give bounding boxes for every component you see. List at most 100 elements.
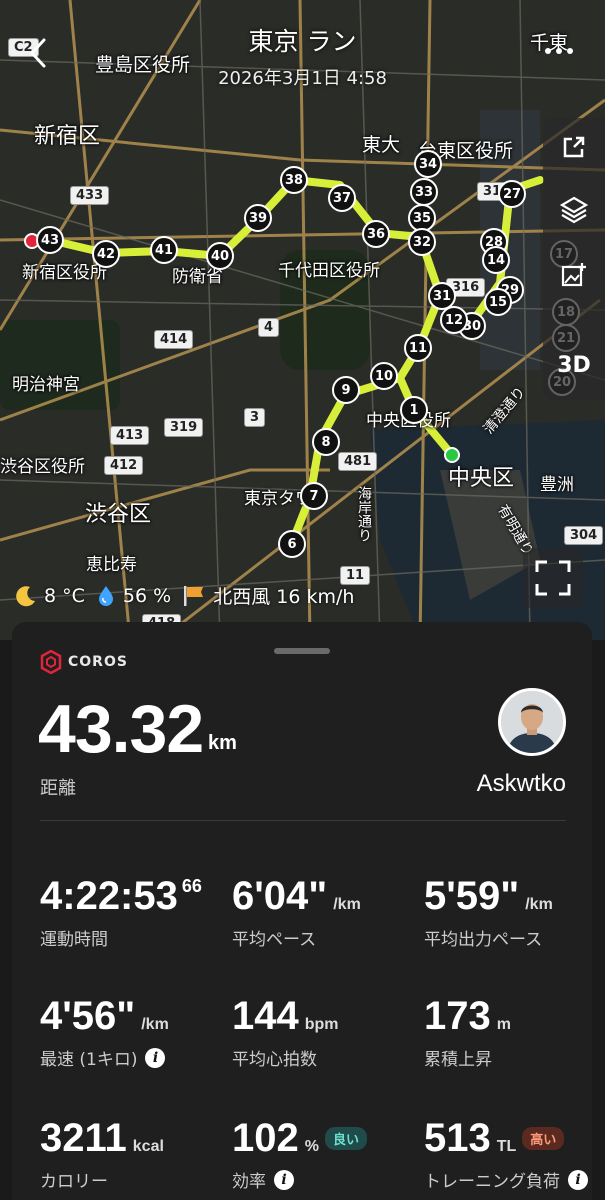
droplet-icon bbox=[98, 585, 113, 606]
stat-label: 最速 (1キロ) bbox=[40, 1050, 138, 1070]
km-marker[interactable]: 27 bbox=[498, 180, 526, 208]
km-marker[interactable]: 10 bbox=[370, 362, 398, 390]
km-marker[interactable]: 6 bbox=[278, 530, 306, 558]
map-label: 海岸通り bbox=[356, 486, 372, 542]
stat-value: 102 bbox=[232, 1116, 299, 1160]
km-marker[interactable]: 39 bbox=[244, 204, 272, 232]
stat-value: 5'59" bbox=[424, 874, 520, 918]
stat-unit: kcal bbox=[132, 1138, 164, 1155]
avatar-image bbox=[501, 691, 563, 753]
user-avatar[interactable] bbox=[498, 688, 566, 756]
expand-icon bbox=[535, 560, 571, 596]
training-load-badge: 高い bbox=[522, 1127, 565, 1150]
distance-value: 43.32 bbox=[38, 691, 204, 767]
stat-unit: /km bbox=[141, 1016, 169, 1033]
km-marker[interactable]: 1 bbox=[400, 396, 428, 424]
wind-flag-icon bbox=[184, 585, 204, 606]
more-options-button[interactable] bbox=[545, 48, 573, 54]
dot-icon bbox=[567, 48, 573, 54]
humidity: 56 % bbox=[95, 584, 171, 608]
km-marker[interactable]: 42 bbox=[92, 240, 120, 268]
divider bbox=[40, 820, 566, 821]
km-marker[interactable]: 11 bbox=[404, 334, 432, 362]
km-marker[interactable]: 7 bbox=[300, 482, 328, 510]
coros-logo: COROS bbox=[40, 650, 128, 674]
stat-training-load: 513 TL 高い トレーニング負荷 i bbox=[424, 1116, 604, 1192]
map-road-badge: 433 bbox=[70, 186, 110, 205]
view-3d-button[interactable]: 3D bbox=[555, 346, 593, 384]
map-label: 渋谷区役所 bbox=[0, 457, 85, 477]
stat-unit: m bbox=[496, 1016, 511, 1033]
stat-unit: /km bbox=[333, 896, 361, 913]
stat-avg-power-pace: 5'59" /km 平均出力ペース bbox=[424, 874, 604, 950]
efficiency-badge: 良い bbox=[324, 1127, 367, 1150]
humidity-value: 56 % bbox=[122, 584, 172, 607]
stat-label: 平均出力ペース bbox=[424, 930, 543, 950]
stat-value: 513 bbox=[424, 1116, 491, 1160]
dot-icon bbox=[556, 48, 562, 54]
map-road-badge: 3 bbox=[244, 408, 266, 427]
drag-handle[interactable] bbox=[274, 648, 330, 654]
stat-label: 平均ペース bbox=[232, 930, 317, 950]
activity-title: 東京 ラン bbox=[248, 27, 357, 56]
map-road-badge: 304 bbox=[564, 526, 604, 545]
stat-value: 173 bbox=[424, 994, 491, 1038]
map-toolbar: 3D bbox=[543, 118, 605, 400]
moon-icon bbox=[16, 585, 35, 606]
map-layers-button[interactable] bbox=[555, 190, 593, 228]
info-icon[interactable]: i bbox=[274, 1169, 294, 1190]
map-label: 恵比寿 bbox=[86, 555, 137, 575]
km-marker[interactable]: 14 bbox=[482, 246, 510, 274]
wind: 北西風 16 km/h bbox=[181, 582, 354, 609]
stat-label: 平均心拍数 bbox=[232, 1050, 317, 1070]
temperature: 8 °C bbox=[14, 584, 85, 608]
km-marker[interactable]: 36 bbox=[362, 220, 390, 248]
km-marker[interactable]: 32 bbox=[408, 228, 436, 256]
map-label: 中央区 bbox=[448, 466, 515, 491]
map-label: 渋谷区 bbox=[85, 502, 152, 527]
stat-value: 144 bbox=[232, 994, 299, 1038]
km-marker[interactable]: 37 bbox=[328, 184, 356, 212]
km-marker[interactable]: 38 bbox=[280, 166, 308, 194]
km-marker[interactable]: 33 bbox=[410, 178, 438, 206]
stat-value: 6'04" bbox=[232, 874, 328, 918]
km-marker[interactable]: 40 bbox=[206, 242, 234, 270]
share-button[interactable] bbox=[555, 128, 593, 166]
map-label: 東大 bbox=[362, 134, 401, 156]
stat-label: 効率 bbox=[232, 1172, 266, 1192]
dot-icon bbox=[545, 48, 551, 54]
stat-value: 4'56" bbox=[40, 994, 136, 1038]
stat-unit: /km bbox=[525, 896, 553, 913]
km-marker[interactable]: 12 bbox=[440, 306, 468, 334]
add-image-icon bbox=[561, 263, 586, 287]
map-road-badge: 319 bbox=[164, 418, 204, 437]
distance-unit: km bbox=[208, 732, 237, 754]
map-label: 新宿区 bbox=[34, 124, 101, 149]
km-marker[interactable]: 34 bbox=[414, 150, 442, 178]
temperature-value: 8 °C bbox=[44, 584, 85, 607]
info-icon[interactable]: i bbox=[145, 1047, 166, 1068]
stat-unit: TL bbox=[496, 1138, 517, 1155]
map-label: 千代田区役所 bbox=[278, 261, 380, 281]
stat-label: トレーニング負荷 bbox=[424, 1172, 560, 1192]
username[interactable]: Askwtko bbox=[477, 770, 566, 798]
map-label: 豊洲 bbox=[540, 475, 574, 495]
weather-bar: 8 °C 56 % 北西風 16 km/h bbox=[14, 582, 354, 609]
route-map[interactable]: C2 豊島区役所 新宿区 東大 台東区役所 千東 433 新宿区役所 防衛省 千… bbox=[0, 0, 605, 640]
km-marker[interactable]: 15 bbox=[484, 288, 512, 316]
fullscreen-button[interactable] bbox=[523, 548, 583, 608]
map-road-badge: 412 bbox=[104, 456, 144, 475]
km-marker[interactable]: 43 bbox=[36, 226, 64, 254]
map-label: 明治神宮 bbox=[12, 375, 80, 395]
km-marker[interactable]: 41 bbox=[150, 236, 178, 264]
share-icon bbox=[563, 136, 585, 158]
info-icon[interactable]: i bbox=[568, 1169, 588, 1190]
activity-detail-screen: C2 豊島区役所 新宿区 東大 台東区役所 千東 433 新宿区役所 防衛省 千… bbox=[0, 0, 605, 1200]
km-marker[interactable]: 9 bbox=[332, 376, 360, 404]
stat-label: 累積上昇 bbox=[424, 1050, 492, 1070]
stat-unit: bpm bbox=[304, 1016, 339, 1033]
stat-unit: % bbox=[304, 1138, 319, 1155]
stat-value: 3211 bbox=[40, 1116, 127, 1160]
km-marker[interactable]: 8 bbox=[312, 428, 340, 456]
add-photo-button[interactable] bbox=[555, 256, 593, 294]
